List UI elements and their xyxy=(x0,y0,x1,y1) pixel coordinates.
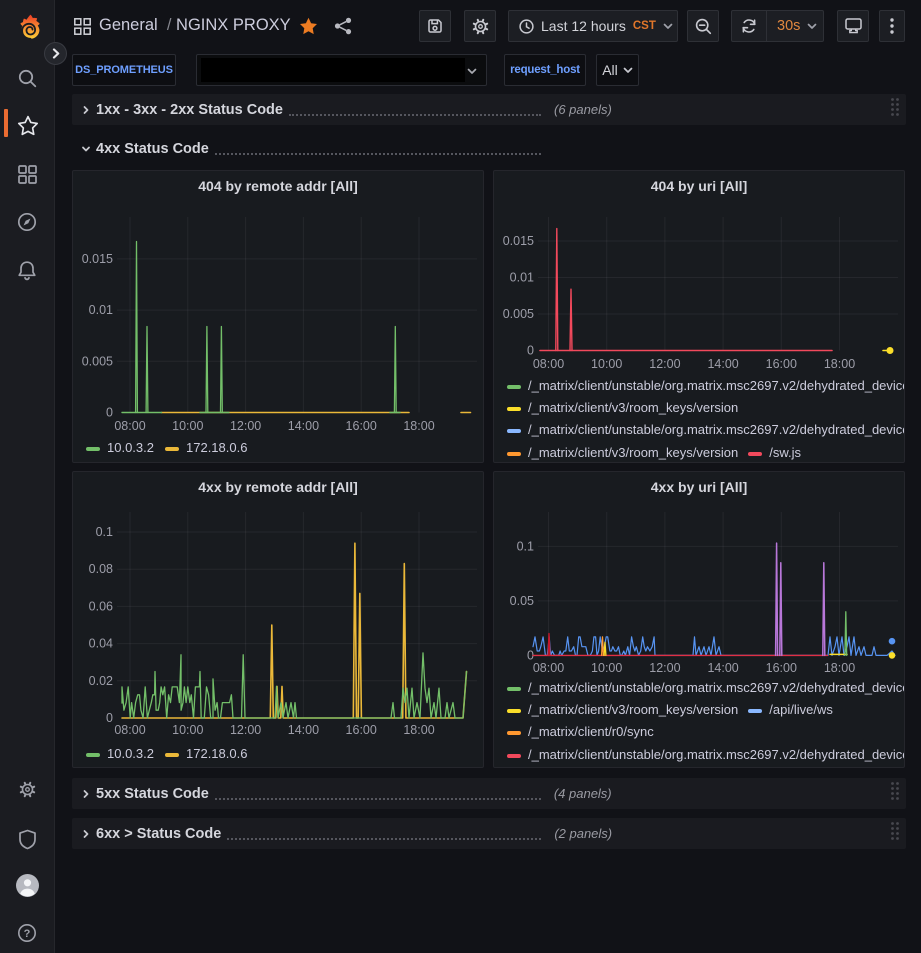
svg-text:18:00: 18:00 xyxy=(824,357,855,371)
svg-text:08:00: 08:00 xyxy=(533,661,564,675)
svg-text:12:00: 12:00 xyxy=(649,357,680,371)
svg-text:0: 0 xyxy=(106,711,113,725)
svg-text:0.1: 0.1 xyxy=(96,525,113,539)
svg-text:16:00: 16:00 xyxy=(766,357,797,371)
svg-text:16:00: 16:00 xyxy=(346,723,377,737)
svg-text:?: ? xyxy=(24,928,31,940)
svg-text:10:00: 10:00 xyxy=(591,661,622,675)
svg-text:18:00: 18:00 xyxy=(824,661,855,675)
svg-text:12:00: 12:00 xyxy=(230,723,261,737)
svg-text:14:00: 14:00 xyxy=(288,723,319,737)
svg-text:08:00: 08:00 xyxy=(114,419,145,433)
svg-text:0.04: 0.04 xyxy=(89,637,113,651)
svg-text:0.015: 0.015 xyxy=(503,234,534,248)
svg-text:08:00: 08:00 xyxy=(114,723,145,737)
svg-text:16:00: 16:00 xyxy=(766,661,797,675)
svg-text:12:00: 12:00 xyxy=(649,661,680,675)
svg-text:0.015: 0.015 xyxy=(82,252,113,266)
svg-text:0.05: 0.05 xyxy=(510,594,534,608)
svg-text:0: 0 xyxy=(527,344,534,358)
svg-text:14:00: 14:00 xyxy=(707,661,738,675)
svg-text:0.01: 0.01 xyxy=(89,303,113,317)
svg-text:12:00: 12:00 xyxy=(230,419,261,433)
svg-text:0.02: 0.02 xyxy=(89,674,113,688)
svg-text:0.08: 0.08 xyxy=(89,562,113,576)
svg-text:10:00: 10:00 xyxy=(172,419,203,433)
svg-text:18:00: 18:00 xyxy=(403,419,434,433)
svg-text:0.1: 0.1 xyxy=(517,539,534,553)
svg-text:14:00: 14:00 xyxy=(288,419,319,433)
svg-text:10:00: 10:00 xyxy=(591,357,622,371)
svg-text:16:00: 16:00 xyxy=(346,419,377,433)
svg-text:0.005: 0.005 xyxy=(503,307,534,321)
svg-text:0.005: 0.005 xyxy=(82,354,113,368)
svg-text:10:00: 10:00 xyxy=(172,723,203,737)
svg-text:0: 0 xyxy=(106,406,113,420)
svg-text:0.01: 0.01 xyxy=(510,271,534,285)
svg-text:18:00: 18:00 xyxy=(403,723,434,737)
svg-text:0.06: 0.06 xyxy=(89,599,113,613)
svg-text:08:00: 08:00 xyxy=(533,357,564,371)
svg-text:14:00: 14:00 xyxy=(707,357,738,371)
